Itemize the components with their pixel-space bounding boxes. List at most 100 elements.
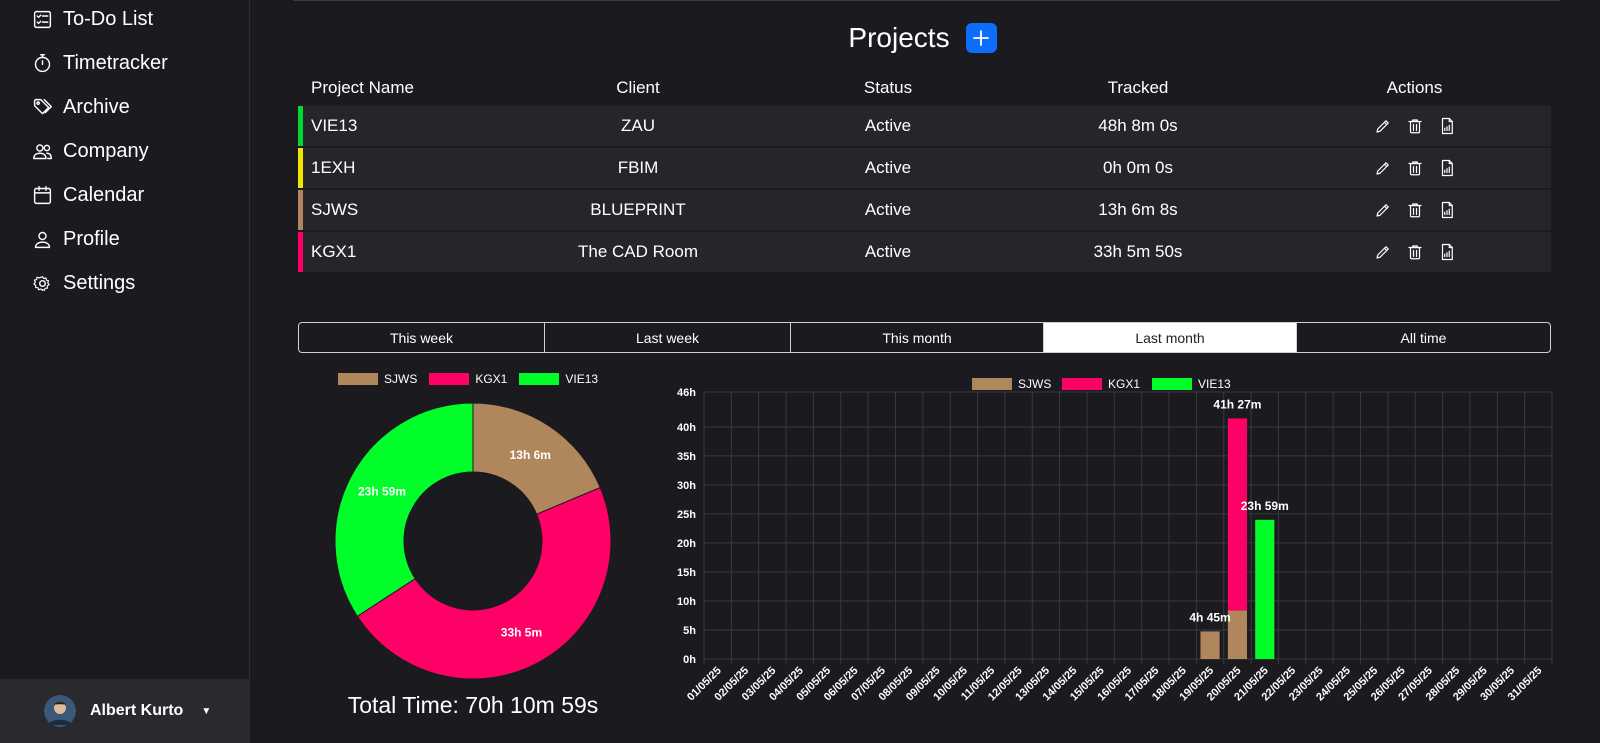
legend-label: VIE13: [565, 372, 599, 386]
tab-all-time[interactable]: All time: [1297, 323, 1550, 352]
tab-this-week[interactable]: This week: [299, 323, 545, 352]
legend-label: SJWS: [384, 372, 418, 386]
slice-label: 13h 6m: [510, 448, 551, 462]
table-row[interactable]: KGX1 The CAD Room Active 33h 5m 50s: [298, 232, 1551, 272]
legend-item[interactable]: KGX1: [429, 372, 507, 386]
y-tick-label: 20h: [677, 538, 696, 550]
table-row[interactable]: SJWS BLUEPRINT Active 13h 6m 8s: [298, 190, 1551, 230]
person-icon: [31, 228, 53, 250]
people-icon: [31, 140, 53, 162]
bar-total-label: 23h 59m: [1241, 499, 1289, 513]
legend-item[interactable]: SJWS: [338, 372, 417, 386]
project-status: Active: [864, 200, 912, 219]
slice-label: 23h 59m: [358, 485, 406, 499]
project-status: Active: [864, 242, 912, 261]
sidebar-item-label: Calendar: [63, 183, 145, 206]
donut-slice-vie13[interactable]: [334, 402, 474, 617]
trash-icon[interactable]: [1406, 201, 1424, 219]
bar-sjws[interactable]: [1200, 631, 1220, 659]
y-tick-label: 35h: [677, 451, 696, 463]
edit-icon[interactable]: [1374, 117, 1392, 135]
sidebar-item-company[interactable]: Company: [31, 136, 149, 166]
row-actions: [1278, 159, 1551, 177]
user-menu[interactable]: Albert Kurto ▼: [0, 679, 250, 743]
legend-item[interactable]: SJWS: [972, 377, 1051, 391]
trash-icon[interactable]: [1406, 159, 1424, 177]
y-tick-label: 5h: [683, 625, 696, 637]
total-time: Total Time: 70h 10m 59s: [347, 692, 599, 718]
project-status: Active: [864, 116, 912, 135]
report-icon[interactable]: [1438, 117, 1456, 135]
column-header[interactable]: Tracked: [998, 78, 1278, 98]
legend-swatch: [338, 373, 378, 385]
sidebar-item-profile[interactable]: Profile: [31, 224, 120, 254]
project-color-bar: [298, 232, 303, 272]
bar-kgx1[interactable]: [1227, 418, 1247, 611]
legend-swatch: [972, 378, 1012, 390]
bar-chart-svg: SJWS KGX1 VIE13 0h 5h 10h 15h 20h 25h 30h 35h 40h 46…: [677, 377, 1553, 703]
project-color-bar: [298, 106, 303, 146]
legend-swatch: [519, 373, 560, 385]
table-row[interactable]: VIE13 ZAU Active 48h 8m 0s: [298, 106, 1551, 146]
sidebar-item-archive[interactable]: Archive: [31, 92, 130, 122]
column-header[interactable]: Project Name: [298, 78, 498, 98]
projects-table: Project Name Client Status Tracked Actio…: [298, 70, 1551, 274]
tab-last-month[interactable]: Last month: [1044, 323, 1297, 352]
column-header[interactable]: Client: [498, 78, 778, 98]
sidebar-item-label: Settings: [63, 271, 136, 294]
report-icon[interactable]: [1438, 159, 1456, 177]
trash-icon[interactable]: [1406, 117, 1424, 135]
avatar: [44, 695, 76, 727]
stopwatch-icon: [31, 52, 53, 74]
add-project-button[interactable]: [965, 23, 997, 53]
sidebar-item-settings[interactable]: Settings: [31, 268, 135, 298]
project-tracked: 13h 6m 8s: [1098, 200, 1178, 219]
legend-label: KGX1: [1108, 377, 1140, 391]
doughnut-chart-svg: 13h 6m 33h 5m 23h 59m: [334, 402, 612, 680]
report-icon[interactable]: [1438, 243, 1456, 261]
sidebar: To-Do List Timetracker Archive Company C…: [0, 0, 250, 743]
legend-item[interactable]: VIE13: [1152, 377, 1231, 391]
project-client: BLUEPRINT: [590, 200, 686, 219]
bar-vie13[interactable]: [1255, 519, 1275, 659]
project-client: FBIM: [617, 158, 659, 177]
sidebar-item-label: Company: [63, 139, 149, 162]
row-actions: [1278, 201, 1551, 219]
calendar-icon: [31, 184, 53, 206]
user-name: Albert Kurto: [90, 702, 184, 719]
project-name: 1EXH: [311, 158, 356, 177]
project-tracked: 33h 5m 50s: [1093, 242, 1183, 261]
row-actions: [1278, 117, 1551, 135]
sidebar-item-calendar[interactable]: Calendar: [31, 180, 144, 210]
project-name: SJWS: [311, 200, 359, 219]
legend-swatch: [429, 373, 470, 385]
y-tick-label: 0h: [683, 654, 696, 666]
legend-swatch: [1152, 378, 1192, 390]
slice-label: 33h 5m: [501, 625, 542, 639]
edit-icon[interactable]: [1374, 243, 1392, 261]
table-row[interactable]: 1EXH FBIM Active 0h 0m 0s: [298, 148, 1551, 188]
chart-legend: SJWS KGX1 VIE13: [338, 372, 598, 386]
tab-last-week[interactable]: Last week: [545, 323, 791, 352]
y-tick-label: 40h: [677, 422, 696, 434]
legend-item[interactable]: VIE13: [519, 372, 598, 386]
bar-total-label: 41h 27m: [1213, 397, 1261, 411]
caret-down-icon: ▼: [201, 705, 212, 717]
project-client: ZAU: [621, 116, 655, 135]
page-title: Projects: [848, 22, 950, 53]
trash-icon[interactable]: [1406, 243, 1424, 261]
y-tick-label: 15h: [677, 567, 696, 579]
legend-item[interactable]: KGX1: [1062, 377, 1140, 391]
edit-icon[interactable]: [1374, 201, 1392, 219]
row-actions: [1278, 243, 1551, 261]
y-tick-label: 46h: [677, 387, 696, 399]
column-header[interactable]: Status: [778, 78, 998, 98]
bar-total-label: 4h 45m: [1189, 610, 1230, 624]
sidebar-item-label: Timetracker: [63, 51, 168, 74]
y-tick-label: 30h: [677, 480, 696, 492]
edit-icon[interactable]: [1374, 159, 1392, 177]
project-name: VIE13: [311, 116, 358, 135]
report-icon[interactable]: [1438, 201, 1456, 219]
sidebar-item-label: Profile: [63, 227, 120, 250]
tab-this-month[interactable]: This month: [791, 323, 1044, 352]
